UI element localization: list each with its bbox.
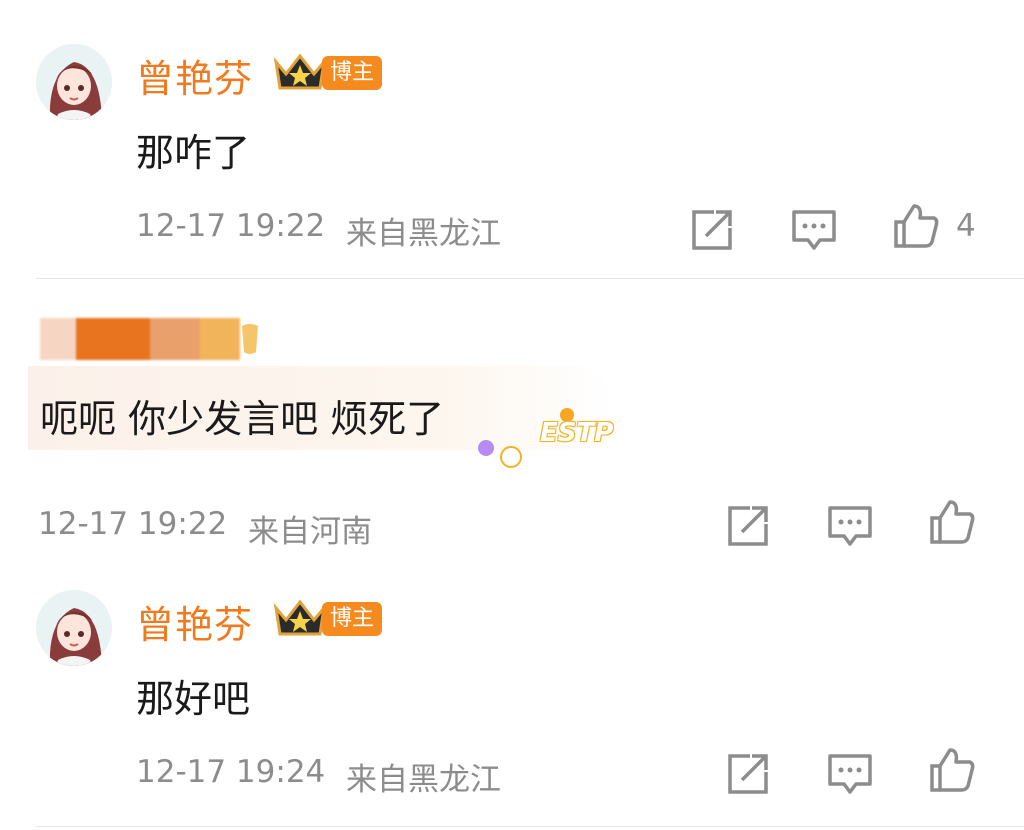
comment-item: 曾艳芬 博主 那好吧 12-17 19:24 来自黑龙江 xyxy=(0,580,1024,830)
comment-item: 曾艳芬 博主 那咋了 12-17 19:22 来自黑龙江 4 xyxy=(0,0,1024,278)
comment-time: 12-17 19:22 xyxy=(136,208,326,244)
sticker-decoration xyxy=(478,440,494,456)
comment-location: 来自黑龙江 xyxy=(346,216,501,252)
sticker-decoration xyxy=(500,446,522,468)
comment-text: 那咋了 xyxy=(136,131,251,175)
divider xyxy=(36,278,1024,279)
blogger-badge: 博主 xyxy=(322,56,383,90)
avatar[interactable] xyxy=(36,590,112,666)
crown-icon xyxy=(273,53,327,90)
share-icon[interactable] xyxy=(688,206,736,254)
share-icon[interactable] xyxy=(724,502,772,550)
level-icon xyxy=(242,324,258,354)
divider xyxy=(36,826,1024,827)
avatar-image xyxy=(36,590,112,666)
thumbs-up-icon[interactable] xyxy=(892,202,940,250)
comment-icon[interactable] xyxy=(826,750,874,798)
comment-location: 来自河南 xyxy=(248,514,372,550)
comment-text: 呃呃 你少发言吧 烦死了 xyxy=(40,397,445,441)
comment-icon[interactable] xyxy=(826,502,874,550)
comment-time: 12-17 19:22 xyxy=(38,506,228,542)
thumbs-up-icon[interactable] xyxy=(928,746,976,794)
comment-icon[interactable] xyxy=(790,206,838,254)
username-obscured[interactable] xyxy=(40,318,240,360)
username[interactable]: 曾艳芬 xyxy=(136,48,253,103)
comment-text: 那好吧 xyxy=(136,677,251,721)
crown-icon xyxy=(273,599,327,636)
avatar[interactable] xyxy=(36,44,112,120)
comment-location: 来自黑龙江 xyxy=(346,762,501,798)
personality-sticker: ESTP xyxy=(540,418,614,448)
avatar-image xyxy=(36,44,112,120)
blogger-badge: 博主 xyxy=(322,602,383,636)
like-count: 4 xyxy=(956,208,976,244)
thumbs-up-icon[interactable] xyxy=(928,498,976,546)
username[interactable]: 曾艳芬 xyxy=(136,594,253,649)
comment-time: 12-17 19:24 xyxy=(136,754,326,790)
share-icon[interactable] xyxy=(724,750,772,798)
